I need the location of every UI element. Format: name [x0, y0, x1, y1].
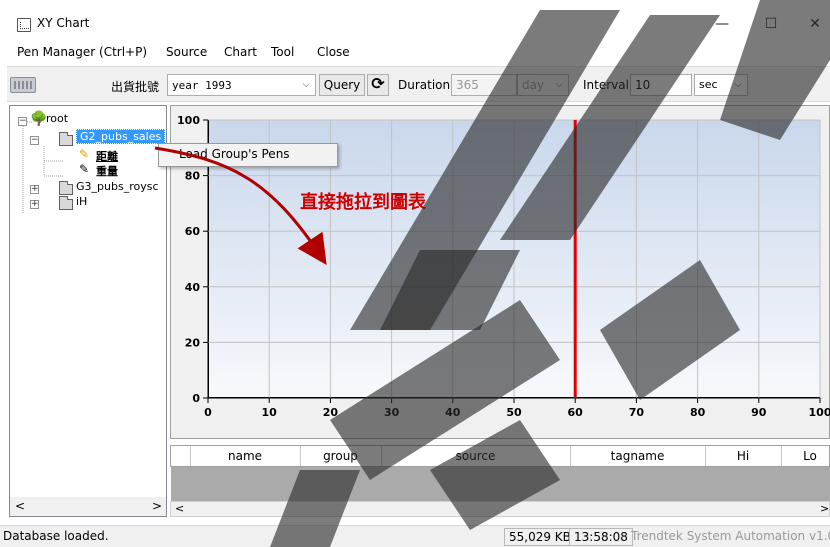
x-tick-label: 40: [445, 406, 461, 419]
window-title: XY Chart: [37, 16, 90, 30]
minimize-button[interactable]: —: [702, 12, 742, 36]
annotation-arrow: [154, 146, 327, 265]
tree-scrollbar[interactable]: [10, 497, 166, 516]
x-tick-label: 100: [809, 406, 830, 419]
x-tick-label: 10: [262, 406, 278, 419]
chevron-down-icon: ⌵: [555, 79, 563, 90]
y-tick-label: 0: [192, 392, 200, 405]
tree-leaf-distance[interactable]: 距離: [96, 148, 118, 164]
scroll-left-icon[interactable]: <: [175, 502, 184, 515]
status-time: 13:58:08: [569, 528, 633, 546]
tree-node-ih[interactable]: iH: [76, 195, 87, 208]
status-memory: 55,029 KB: [504, 528, 576, 546]
x-tick-label: 0: [204, 406, 212, 419]
keyboard-icon[interactable]: [10, 77, 36, 93]
x-tick-label: 90: [751, 406, 767, 419]
status-message: Database loaded.: [3, 529, 109, 543]
interval-unit-select[interactable]: sec ⌵: [694, 74, 748, 96]
chevron-down-icon: ⌵: [734, 79, 742, 90]
tree-node-g3-pubs-roysc[interactable]: G3_pubs_roysc: [76, 180, 159, 193]
duration-input[interactable]: 365: [451, 74, 517, 96]
batch-select-value: year 1993: [172, 79, 232, 92]
maximize-button[interactable]: ☐: [751, 12, 791, 36]
status-vendor: Trendtek System Automation v1.0: [631, 529, 830, 543]
menu-close[interactable]: Close: [317, 45, 350, 59]
collapse-root-toggle[interactable]: −: [18, 117, 27, 126]
x-tick-label: 20: [323, 406, 339, 419]
expand-ih-toggle[interactable]: +: [30, 200, 39, 209]
batch-label: 出貨批號: [111, 80, 160, 94]
folder-icon: [59, 132, 73, 146]
x-tick-label: 50: [506, 406, 522, 419]
collapse-g2-toggle[interactable]: −: [30, 136, 39, 145]
interval-input[interactable]: 10: [630, 74, 692, 96]
scroll-left-icon[interactable]: <: [15, 499, 25, 513]
pencil-icon: ✎: [79, 162, 90, 176]
menu-pen-manager[interactable]: Pen Manager (Ctrl+P): [17, 45, 147, 59]
column-header-lo[interactable]: Lo: [781, 449, 830, 463]
x-tick-label: 30: [384, 406, 400, 419]
x-tick-label: 70: [629, 406, 645, 419]
menu-tool[interactable]: Tool: [271, 45, 294, 59]
close-button[interactable]: ✕: [795, 12, 830, 36]
tree-root-label[interactable]: root: [46, 112, 68, 125]
y-tick-label: 20: [185, 336, 201, 349]
menu-chart[interactable]: Chart: [224, 45, 257, 59]
x-tick-label: 80: [690, 406, 706, 419]
refresh-icon[interactable]: ⟳: [367, 74, 389, 96]
pencil-icon: ✎: [79, 147, 90, 161]
scroll-right-icon[interactable]: >: [152, 499, 162, 513]
folder-icon: [59, 181, 73, 195]
column-header-hi[interactable]: Hi: [705, 449, 781, 463]
y-tick-label: 40: [185, 281, 201, 294]
folder-icon: [59, 196, 73, 210]
tree-root-icon: 🌳: [30, 111, 48, 127]
scroll-right-icon[interactable]: >: [820, 502, 829, 515]
interval-unit-value: sec: [699, 78, 718, 91]
column-header-name[interactable]: name: [190, 449, 300, 463]
y-tick-label: 100: [177, 114, 200, 127]
duration-unit-value: day: [522, 78, 545, 92]
chevron-down-icon: ⌵: [302, 79, 310, 90]
query-button[interactable]: Query: [319, 74, 365, 96]
expand-g3-toggle[interactable]: +: [30, 185, 39, 194]
column-header-group[interactable]: group: [300, 449, 381, 463]
app-chart-icon: [17, 18, 31, 32]
interval-label: Interval: [583, 78, 629, 92]
menu-source[interactable]: Source: [166, 45, 207, 59]
batch-select[interactable]: year 1993 ⌵: [167, 74, 316, 96]
tree-leaf-weight[interactable]: 重量: [96, 163, 118, 179]
duration-label: Duration: [398, 78, 451, 92]
grid-scrollbar[interactable]: [170, 501, 830, 517]
column-header-tagname[interactable]: tagname: [570, 449, 705, 463]
pen-grid-body[interactable]: [171, 467, 830, 501]
x-tick-label: 60: [568, 406, 584, 419]
column-header-source[interactable]: source: [381, 449, 570, 463]
duration-unit-select[interactable]: day ⌵: [517, 74, 569, 96]
